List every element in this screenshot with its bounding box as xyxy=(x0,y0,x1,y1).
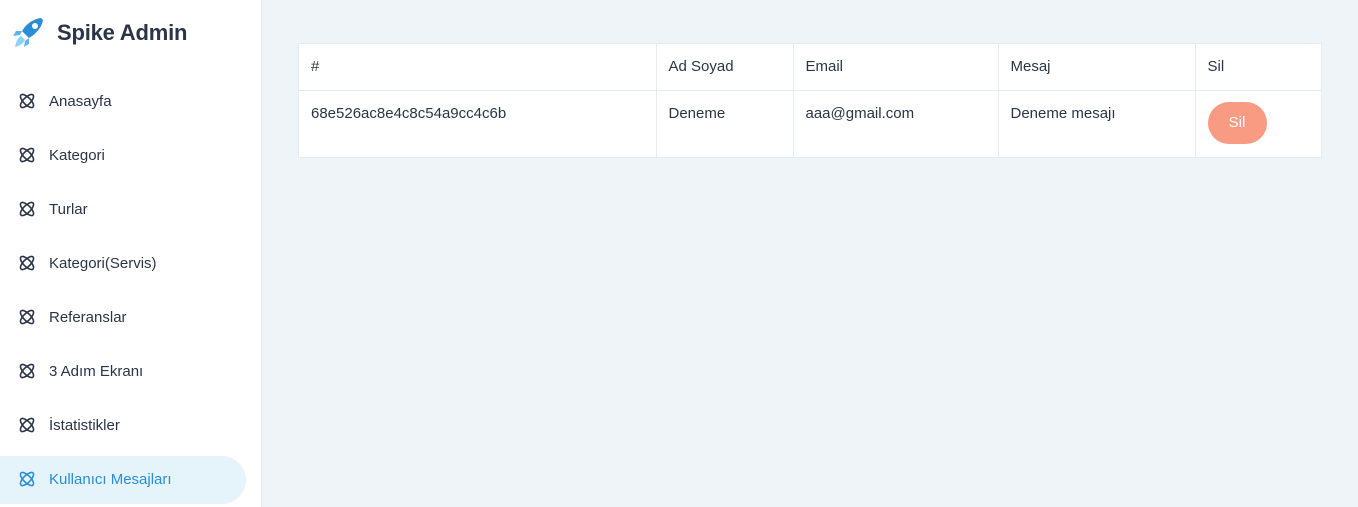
atom-icon xyxy=(17,361,37,381)
messages-table: # Ad Soyad Email Mesaj Sil 68e526ac8e4c8… xyxy=(299,44,1321,157)
column-header-delete: Sil xyxy=(1195,44,1321,91)
sidebar: Spike Admin Anasayfa Kategori Turlar Kat… xyxy=(0,0,262,507)
cell-delete: Sil xyxy=(1195,90,1321,157)
sidebar-item-label: Kategori xyxy=(49,146,105,164)
sidebar-item-label: Turlar xyxy=(49,200,88,218)
sidebar-item-kullanici-mesajlari[interactable]: Kullanıcı Mesajları xyxy=(0,452,262,506)
cell-email: aaa@gmail.com xyxy=(793,90,999,157)
table-header-row: # Ad Soyad Email Mesaj Sil xyxy=(299,44,1321,91)
cell-message: Deneme mesajı xyxy=(998,90,1196,157)
sidebar-item-3-adim-ekrani[interactable]: 3 Adım Ekranı xyxy=(0,344,262,398)
sidebar-item-label: Referanslar xyxy=(49,308,127,326)
sidebar-item-label: 3 Adım Ekranı xyxy=(49,362,144,380)
atom-icon xyxy=(17,307,37,327)
atom-icon xyxy=(17,91,37,111)
sidebar-item-anasayfa[interactable]: Anasayfa xyxy=(0,74,262,128)
atom-icon xyxy=(17,145,37,165)
cell-name: Deneme xyxy=(656,90,794,157)
sidebar-item-kategori-servis[interactable]: Kategori(Servis) xyxy=(0,236,262,290)
sidebar-item-label: Kullanıcı Mesajları xyxy=(49,470,172,488)
table-row: 68e526ac8e4c8c54a9cc4c6b Deneme aaa@gmai… xyxy=(299,90,1321,157)
main-content: # Ad Soyad Email Mesaj Sil 68e526ac8e4c8… xyxy=(262,0,1358,507)
sidebar-item-istatistikler[interactable]: İstatistikler xyxy=(0,398,262,452)
brand[interactable]: Spike Admin xyxy=(11,16,187,50)
rocket-icon xyxy=(11,16,47,50)
column-header-id: # xyxy=(299,44,657,91)
sidebar-nav: Anasayfa Kategori Turlar Kategori(Servis… xyxy=(0,74,262,506)
column-header-message: Mesaj xyxy=(998,44,1196,91)
sidebar-item-label: İstatistikler xyxy=(49,416,120,434)
cell-id: 68e526ac8e4c8c54a9cc4c6b xyxy=(299,90,657,157)
delete-button[interactable]: Sil xyxy=(1207,101,1267,144)
sidebar-item-label: Anasayfa xyxy=(49,92,112,110)
column-header-name: Ad Soyad xyxy=(656,44,794,91)
atom-icon xyxy=(17,469,37,489)
sidebar-item-referanslar[interactable]: Referanslar xyxy=(0,290,262,344)
sidebar-item-turlar[interactable]: Turlar xyxy=(0,182,262,236)
atom-icon xyxy=(17,253,37,273)
app: Spike Admin Anasayfa Kategori Turlar Kat… xyxy=(0,0,1358,507)
brand-name: Spike Admin xyxy=(57,20,188,45)
atom-icon xyxy=(17,415,37,435)
column-header-email: Email xyxy=(793,44,999,91)
atom-icon xyxy=(17,199,37,219)
sidebar-item-kategori[interactable]: Kategori xyxy=(0,128,262,182)
sidebar-item-label: Kategori(Servis) xyxy=(49,254,157,272)
messages-table-container: # Ad Soyad Email Mesaj Sil 68e526ac8e4c8… xyxy=(298,43,1322,158)
